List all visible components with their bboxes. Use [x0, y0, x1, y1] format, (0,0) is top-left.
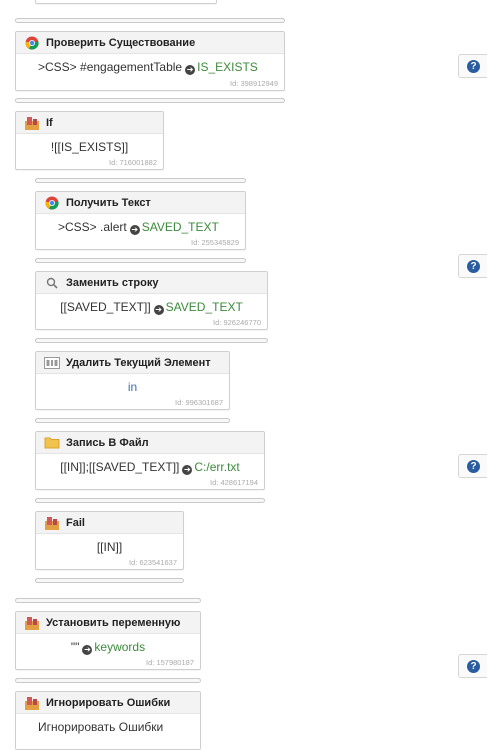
block-id: Id: 398912949	[230, 79, 278, 88]
block-header: Установить переменную	[16, 612, 200, 634]
block-title: Проверить Существование	[46, 36, 196, 49]
block-id: Id: 255345829	[191, 238, 239, 247]
chrome-icon	[44, 195, 60, 211]
block-header: Заменить строку	[36, 272, 267, 294]
block-header: If	[16, 112, 163, 134]
selector-text: >CSS> .alert	[58, 220, 127, 234]
branch-bar	[35, 418, 230, 423]
container-bar	[15, 678, 201, 683]
block-body: [[SAVED_TEXT]] ➔ SAVED_TEXT	[36, 294, 267, 316]
block-id: Id: 996301687	[175, 398, 223, 407]
replace-string-block[interactable]: Заменить строку [[SAVED_TEXT]] ➔ SAVED_TEX…	[35, 271, 268, 330]
block-title: Установить переменную	[46, 616, 181, 629]
block-body: [[IN]]	[36, 534, 183, 556]
block-body: "" ➔ keywords	[16, 634, 200, 656]
arrow-right-icon: ➔	[182, 465, 193, 475]
help-button[interactable]: ?	[458, 654, 487, 678]
block-header: Fail	[36, 512, 183, 534]
block-title: Запись В Файл	[66, 436, 149, 449]
previous-block-stub[interactable]	[35, 0, 217, 4]
question-icon: ?	[467, 660, 480, 673]
question-icon: ?	[467, 260, 480, 273]
block-title: If	[46, 116, 53, 129]
list-icon	[44, 355, 60, 371]
container-start-bar	[15, 18, 285, 23]
variable-name: IS_EXISTS	[197, 60, 258, 74]
chrome-icon	[24, 35, 40, 51]
block-title: Заменить строку	[66, 276, 159, 289]
file-path: C:/err.txt	[194, 460, 240, 474]
block-body: >CSS> #engagementTable ➔ IS_EXISTS	[16, 54, 284, 76]
folder-icon	[44, 435, 60, 451]
variable-name: keywords	[94, 640, 146, 654]
branch-bar	[35, 178, 246, 183]
ignore-errors-block[interactable]: Игнорировать Ошибки Игнорировать Ошибки	[15, 691, 201, 750]
element-text: in	[127, 380, 138, 394]
get-text-block[interactable]: Получить Текст >CSS> .alert ➔ SAVED_TEXT I…	[35, 191, 246, 250]
block-title: Получить Текст	[66, 196, 151, 209]
question-icon: ?	[467, 60, 480, 73]
search-icon	[44, 275, 60, 291]
block-header: Проверить Существование	[16, 32, 284, 54]
block-title: Удалить Текущий Элемент	[66, 356, 211, 369]
if-block[interactable]: If ![[IS_EXISTS]] Id: 716001882	[15, 111, 164, 170]
block-body: in	[36, 374, 229, 396]
check-exists-block[interactable]: Проверить Существование >CSS> #engagemen…	[15, 31, 285, 91]
block-header: Игнорировать Ошибки	[16, 692, 200, 714]
arrow-right-icon: ➔	[129, 225, 140, 235]
condition-icon	[44, 515, 60, 531]
fail-text: [[IN]]	[96, 540, 123, 554]
arrow-right-icon: ➔	[82, 645, 93, 655]
selector-text: [[IN]];[[SAVED_TEXT]]	[60, 460, 180, 474]
branch-bar	[35, 338, 268, 343]
write-file-block[interactable]: Запись В Файл [[IN]];[[SAVED_TEXT]] ➔ C:/e…	[35, 431, 265, 490]
block-title: Fail	[66, 516, 85, 529]
block-body: >CSS> .alert ➔ SAVED_TEXT	[36, 214, 245, 236]
block-body: ![[IS_EXISTS]]	[16, 134, 163, 156]
container-bar	[15, 98, 285, 103]
question-icon: ?	[467, 460, 480, 473]
block-header: Запись В Файл	[36, 432, 264, 454]
help-button[interactable]: ?	[458, 454, 487, 478]
block-header: Удалить Текущий Элемент	[36, 352, 229, 374]
variable-name: SAVED_TEXT	[165, 300, 243, 314]
branch-end-bar	[35, 578, 184, 583]
branch-bar	[35, 258, 246, 263]
condition-icon	[24, 115, 40, 131]
fail-block[interactable]: Fail [[IN]] Id: 623541637	[35, 511, 184, 570]
block-id: Id: 926246770	[213, 318, 261, 327]
branch-bar	[35, 498, 265, 503]
block-body: Игнорировать Ошибки	[16, 714, 200, 736]
condition-text: ![[IS_EXISTS]]	[50, 140, 129, 154]
value-text: ""	[70, 640, 80, 654]
set-variable-block[interactable]: Установить переменную "" ➔ keywords Id: 15…	[15, 611, 201, 670]
block-title: Игнорировать Ошибки	[46, 696, 171, 709]
selector-text: [[SAVED_TEXT]]	[60, 300, 151, 314]
help-button[interactable]: ?	[458, 54, 487, 78]
arrow-right-icon: ➔	[185, 65, 196, 75]
ignore-text: Игнорировать Ошибки	[38, 720, 164, 734]
block-header: Получить Текст	[36, 192, 245, 214]
condition-icon	[24, 695, 40, 711]
block-id: Id: 428617194	[210, 478, 258, 487]
block-id: Id: 623541637	[129, 558, 177, 567]
container-end-bar	[15, 598, 201, 603]
block-id: Id: 157980187	[146, 658, 194, 667]
delete-element-block[interactable]: Удалить Текущий Элемент in Id: 996301687	[35, 351, 230, 410]
block-body: [[IN]];[[SAVED_TEXT]] ➔ C:/err.txt	[36, 454, 264, 476]
condition-icon	[24, 615, 40, 631]
variable-name: SAVED_TEXT	[141, 220, 219, 234]
block-id: Id: 716001882	[109, 158, 157, 167]
help-button[interactable]: ?	[458, 254, 487, 278]
arrow-right-icon: ➔	[153, 305, 164, 315]
selector-text: >CSS> #engagementTable	[38, 60, 183, 74]
